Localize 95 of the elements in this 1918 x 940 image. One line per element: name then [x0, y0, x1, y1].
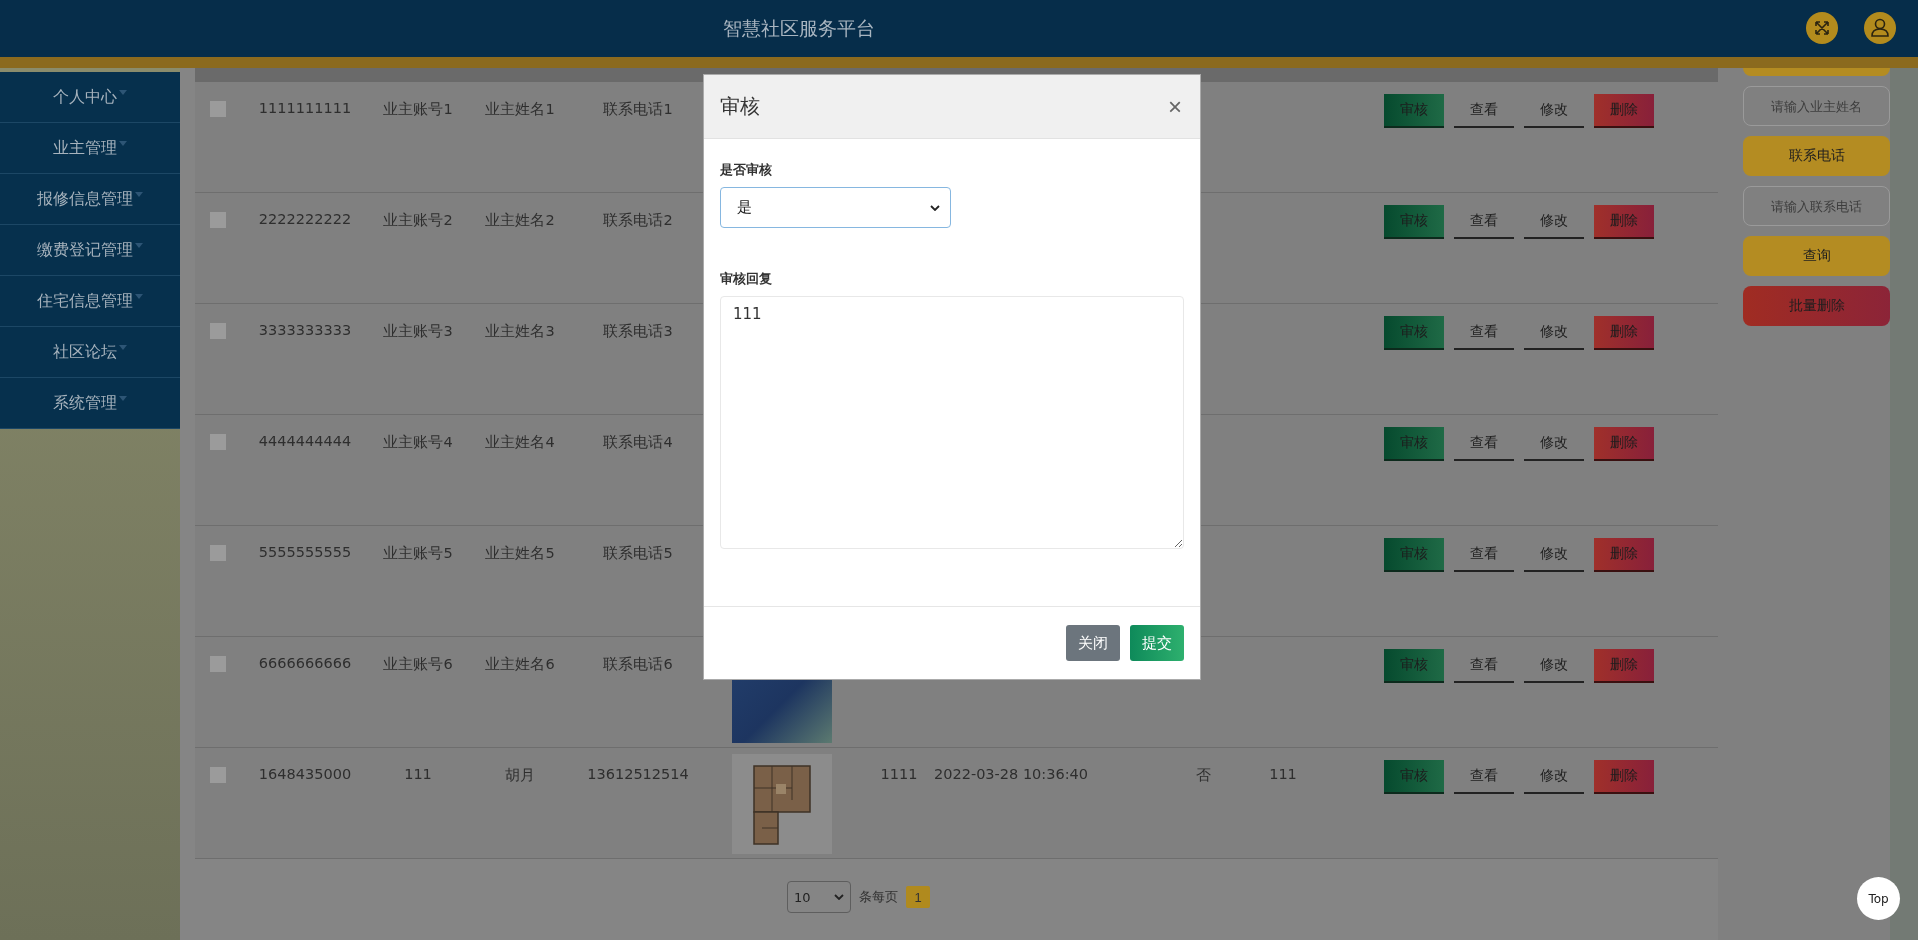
table-cell: 1111: [880, 766, 918, 782]
table-cell: 业主姓名2: [485, 211, 555, 230]
caret-icon: [119, 344, 127, 350]
close-button[interactable]: ×: [1164, 94, 1186, 119]
table-cell: 业主账号2: [383, 211, 453, 230]
sidebar-item[interactable]: 业主管理: [0, 123, 180, 174]
table-cell: 6666666666: [258, 655, 352, 671]
delete-button[interactable]: 删除: [1594, 427, 1654, 461]
sidebar-item[interactable]: 个人中心: [0, 72, 180, 123]
table-cell: 业主姓名1: [485, 100, 555, 119]
search-field[interactable]: 请输入联系电话: [1743, 186, 1890, 226]
edit-button[interactable]: 修改: [1524, 760, 1584, 794]
table-cell: 4444444444: [258, 433, 352, 449]
table-cell: 联系电话2: [603, 211, 673, 230]
view-button[interactable]: 查看: [1454, 94, 1514, 128]
delete-button[interactable]: 删除: [1594, 649, 1654, 683]
view-button[interactable]: 查看: [1454, 316, 1514, 350]
row-checkbox[interactable]: [210, 656, 226, 672]
table-cell: 5555555555: [258, 544, 352, 560]
field-label: 是否审核: [720, 161, 773, 179]
delete-button[interactable]: 删除: [1594, 538, 1654, 572]
audit-select[interactable]: 是: [720, 187, 951, 228]
sidebar-item[interactable]: 住宅信息管理: [0, 276, 180, 327]
search-button[interactable]: 查询: [1743, 236, 1890, 276]
close-dialog-button[interactable]: 关闭: [1066, 625, 1120, 661]
table-cell: 3333333333: [258, 322, 352, 338]
view-button[interactable]: 查看: [1454, 760, 1514, 794]
edit-button[interactable]: 修改: [1524, 649, 1584, 683]
table-cell: 业主账号5: [383, 544, 453, 563]
delete-button[interactable]: 删除: [1594, 316, 1654, 350]
page-number[interactable]: 1: [906, 886, 930, 908]
table-cell: 业主账号3: [383, 322, 453, 341]
edit-button[interactable]: 修改: [1524, 538, 1584, 572]
view-button[interactable]: 查看: [1454, 205, 1514, 239]
submit-button[interactable]: 提交: [1130, 625, 1184, 661]
table-cell: 业主账号1: [383, 100, 453, 119]
table-cell: 联系电话4: [603, 433, 673, 452]
table-cell: 业主姓名4: [485, 433, 555, 452]
edit-button[interactable]: 修改: [1524, 427, 1584, 461]
field-label: 审核回复: [720, 270, 773, 288]
table-cell: 111: [404, 766, 432, 782]
search-field[interactable]: 请输入业主姓名: [1743, 86, 1890, 126]
chevron-icon: [930, 204, 940, 211]
table-cell: 联系电话1: [603, 100, 673, 119]
row-checkbox[interactable]: [210, 545, 226, 561]
sidebar-item[interactable]: 系统管理: [0, 378, 180, 429]
table-cell: 1648435000: [258, 766, 352, 782]
caret-icon: [119, 140, 127, 146]
view-button[interactable]: 查看: [1454, 427, 1514, 461]
table-cell: 业主姓名6: [485, 655, 555, 674]
edit-button[interactable]: 修改: [1524, 94, 1584, 128]
table-cell: 1111111111: [258, 100, 352, 116]
delete-button[interactable]: 删除: [1594, 94, 1654, 128]
search-button[interactable]: [1743, 68, 1890, 76]
table-cell: 业主姓名5: [485, 544, 555, 563]
table-cell: 联系电话3: [603, 322, 673, 341]
view-button[interactable]: 查看: [1454, 538, 1514, 572]
table-cell: 胡月: [505, 766, 535, 785]
search-button[interactable]: 联系电话: [1743, 136, 1890, 176]
row-checkbox[interactable]: [210, 101, 226, 117]
row-checkbox[interactable]: [210, 323, 226, 339]
caret-icon: [119, 89, 127, 95]
reply-field[interactable]: 111: [720, 296, 1184, 549]
caret-icon: [135, 191, 143, 197]
user-icon[interactable]: [1863, 11, 1897, 45]
row-checkbox[interactable]: [210, 212, 226, 228]
row-checkbox[interactable]: [210, 767, 226, 783]
dialog-title: 审核: [720, 93, 760, 120]
table-cell: 2022-03-28 10:36:40: [934, 766, 1088, 782]
table-cell: 13612512514: [587, 766, 689, 782]
delete-button[interactable]: 删除: [1594, 760, 1654, 794]
fullscreen-icon[interactable]: [1805, 11, 1839, 45]
sidebar-item[interactable]: 报修信息管理: [0, 174, 180, 225]
platform-title: 智慧社区服务平台: [723, 15, 875, 41]
caret-icon: [119, 395, 127, 401]
table-cell: 联系电话6: [603, 655, 673, 674]
table-cell: 否: [1195, 766, 1211, 785]
chevron-icon: [834, 894, 844, 900]
table-cell: 业主账号6: [383, 655, 453, 674]
table-cell: 业主姓名3: [485, 322, 555, 341]
sidebar-item[interactable]: 缴费登记管理: [0, 225, 180, 276]
table-cell: 111: [1269, 766, 1297, 782]
sidebar-item[interactable]: 社区论坛: [0, 327, 180, 378]
caret-icon: [135, 242, 143, 248]
view-button[interactable]: 查看: [1454, 649, 1514, 683]
table-cell: 业主账号4: [383, 433, 453, 452]
page-size-select[interactable]: 10: [787, 881, 851, 913]
table-cell: 2222222222: [258, 211, 352, 227]
caret-icon: [135, 293, 143, 299]
table-cell: 联系电话5: [603, 544, 673, 563]
per-page-label: 条每页: [859, 888, 898, 906]
edit-button[interactable]: 修改: [1524, 316, 1584, 350]
delete-button[interactable]: 删除: [1594, 205, 1654, 239]
edit-button[interactable]: 修改: [1524, 205, 1584, 239]
row-checkbox[interactable]: [210, 434, 226, 450]
